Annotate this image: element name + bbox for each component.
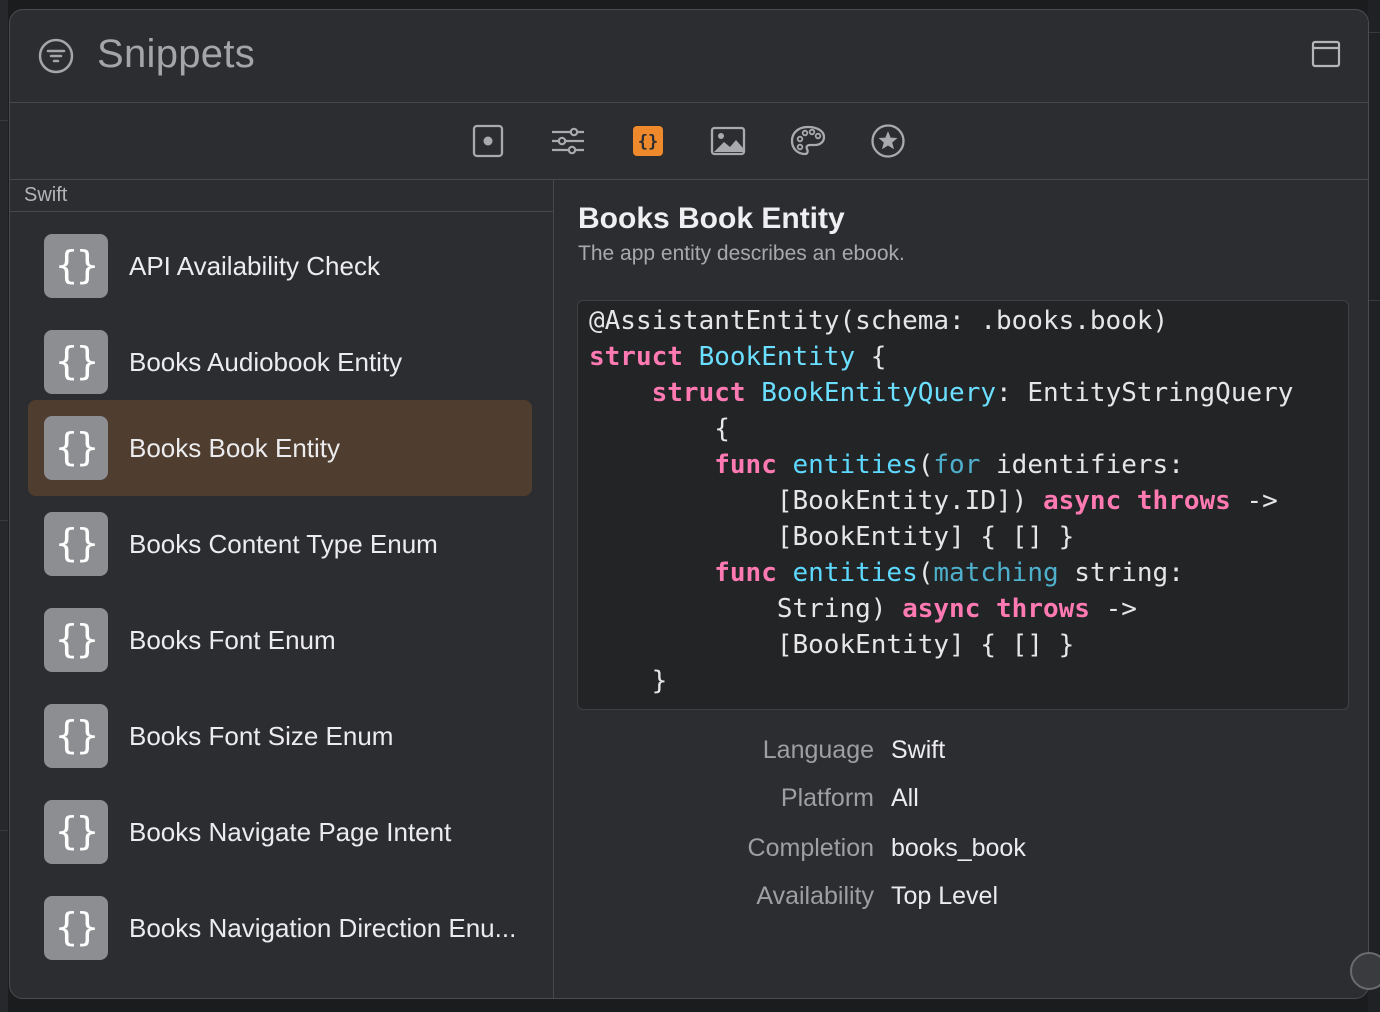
title-bar: Snippets bbox=[10, 10, 1368, 103]
panel-title: Snippets bbox=[97, 32, 256, 76]
section-label: Swift bbox=[24, 184, 68, 206]
list-item[interactable]: {} Books Content Type Enum bbox=[28, 496, 532, 592]
list-item-label: Books Audiobook Entity bbox=[129, 347, 403, 377]
meta-value: Top Level bbox=[891, 882, 999, 910]
library-toolbar: {} bbox=[10, 103, 1368, 180]
code-snippet-icon[interactable]: {} bbox=[630, 123, 666, 159]
meta-row-availability: Availability Top Level bbox=[554, 882, 1368, 922]
meta-row-completion: Completion books_book bbox=[554, 834, 1368, 874]
section-header: Swift bbox=[10, 180, 553, 212]
meta-key: Language bbox=[762, 736, 874, 764]
list-item-selected[interactable]: {} Books Book Entity bbox=[28, 400, 532, 496]
list-item-label: Books Navigate Page Intent bbox=[129, 817, 452, 847]
resize-handle-button[interactable] bbox=[1350, 952, 1380, 990]
filter-icon[interactable] bbox=[38, 38, 74, 74]
snippet-title: Books Book Entity bbox=[578, 202, 845, 235]
list-item-label: Books Book Entity bbox=[129, 433, 340, 463]
list-item[interactable]: {} Books Font Enum bbox=[28, 592, 532, 688]
list-item[interactable]: {} API Availability Check bbox=[28, 218, 532, 314]
list-item-label: Books Font Enum bbox=[129, 625, 336, 655]
list-item-label: API Availability Check bbox=[129, 251, 380, 281]
code-braces-icon: {} bbox=[44, 608, 108, 672]
list-item[interactable]: {} Books Navigate Page Intent bbox=[28, 784, 532, 880]
list-item[interactable]: {} Books Font Size Enum bbox=[28, 688, 532, 784]
list-item-label: Books Font Size Enum bbox=[129, 721, 394, 751]
meta-key: Availability bbox=[756, 882, 874, 910]
meta-row-language: Language Swift bbox=[554, 736, 1368, 776]
snippets-panel: Snippets {} Swift {} API Availability Ch… bbox=[9, 9, 1369, 999]
star-icon[interactable] bbox=[870, 123, 906, 159]
snippet-summary: The app entity describes an ebook. bbox=[578, 242, 905, 265]
background-window-edge-right bbox=[1368, 0, 1380, 1012]
background-window-edge bbox=[0, 0, 8, 1012]
window-layout-icon[interactable] bbox=[1311, 39, 1341, 69]
code-braces-icon: {} bbox=[44, 234, 108, 298]
meta-value: books_book bbox=[891, 834, 1026, 862]
code-braces-icon: {} bbox=[44, 416, 108, 480]
meta-key: Platform bbox=[780, 784, 874, 812]
media-icon[interactable] bbox=[710, 123, 746, 159]
meta-key: Completion bbox=[747, 834, 874, 862]
svg-text:{}: {} bbox=[638, 132, 658, 152]
code-braces-icon: {} bbox=[44, 896, 108, 960]
code-braces-icon: {} bbox=[44, 330, 108, 394]
list-item-label: Books Navigation Direction Enu... bbox=[129, 913, 517, 943]
code-braces-icon: {} bbox=[44, 704, 108, 768]
list-item-label: Books Content Type Enum bbox=[129, 529, 438, 559]
list-item[interactable]: {} Books Audiobook Entity bbox=[28, 314, 532, 410]
code-text: @AssistantEntity(schema: .books.book) st… bbox=[589, 306, 1294, 696]
meta-value: All bbox=[891, 784, 919, 812]
meta-value: Swift bbox=[891, 736, 946, 764]
code-preview[interactable]: @AssistantEntity(schema: .books.book) st… bbox=[577, 300, 1349, 710]
code-braces-icon: {} bbox=[44, 800, 108, 864]
code-braces-icon: {} bbox=[44, 512, 108, 576]
sliders-icon[interactable] bbox=[550, 123, 586, 159]
list-item[interactable]: {} Books Navigation Direction Enu... bbox=[28, 880, 532, 976]
snippet-detail: Books Book Entity The app entity describ… bbox=[554, 180, 1368, 998]
file-template-icon[interactable] bbox=[470, 123, 506, 159]
color-palette-icon[interactable] bbox=[790, 123, 826, 159]
meta-row-platform: Platform All bbox=[554, 784, 1368, 824]
snippet-list-sidebar: Swift {} API Availability Check {} Books… bbox=[10, 180, 554, 998]
